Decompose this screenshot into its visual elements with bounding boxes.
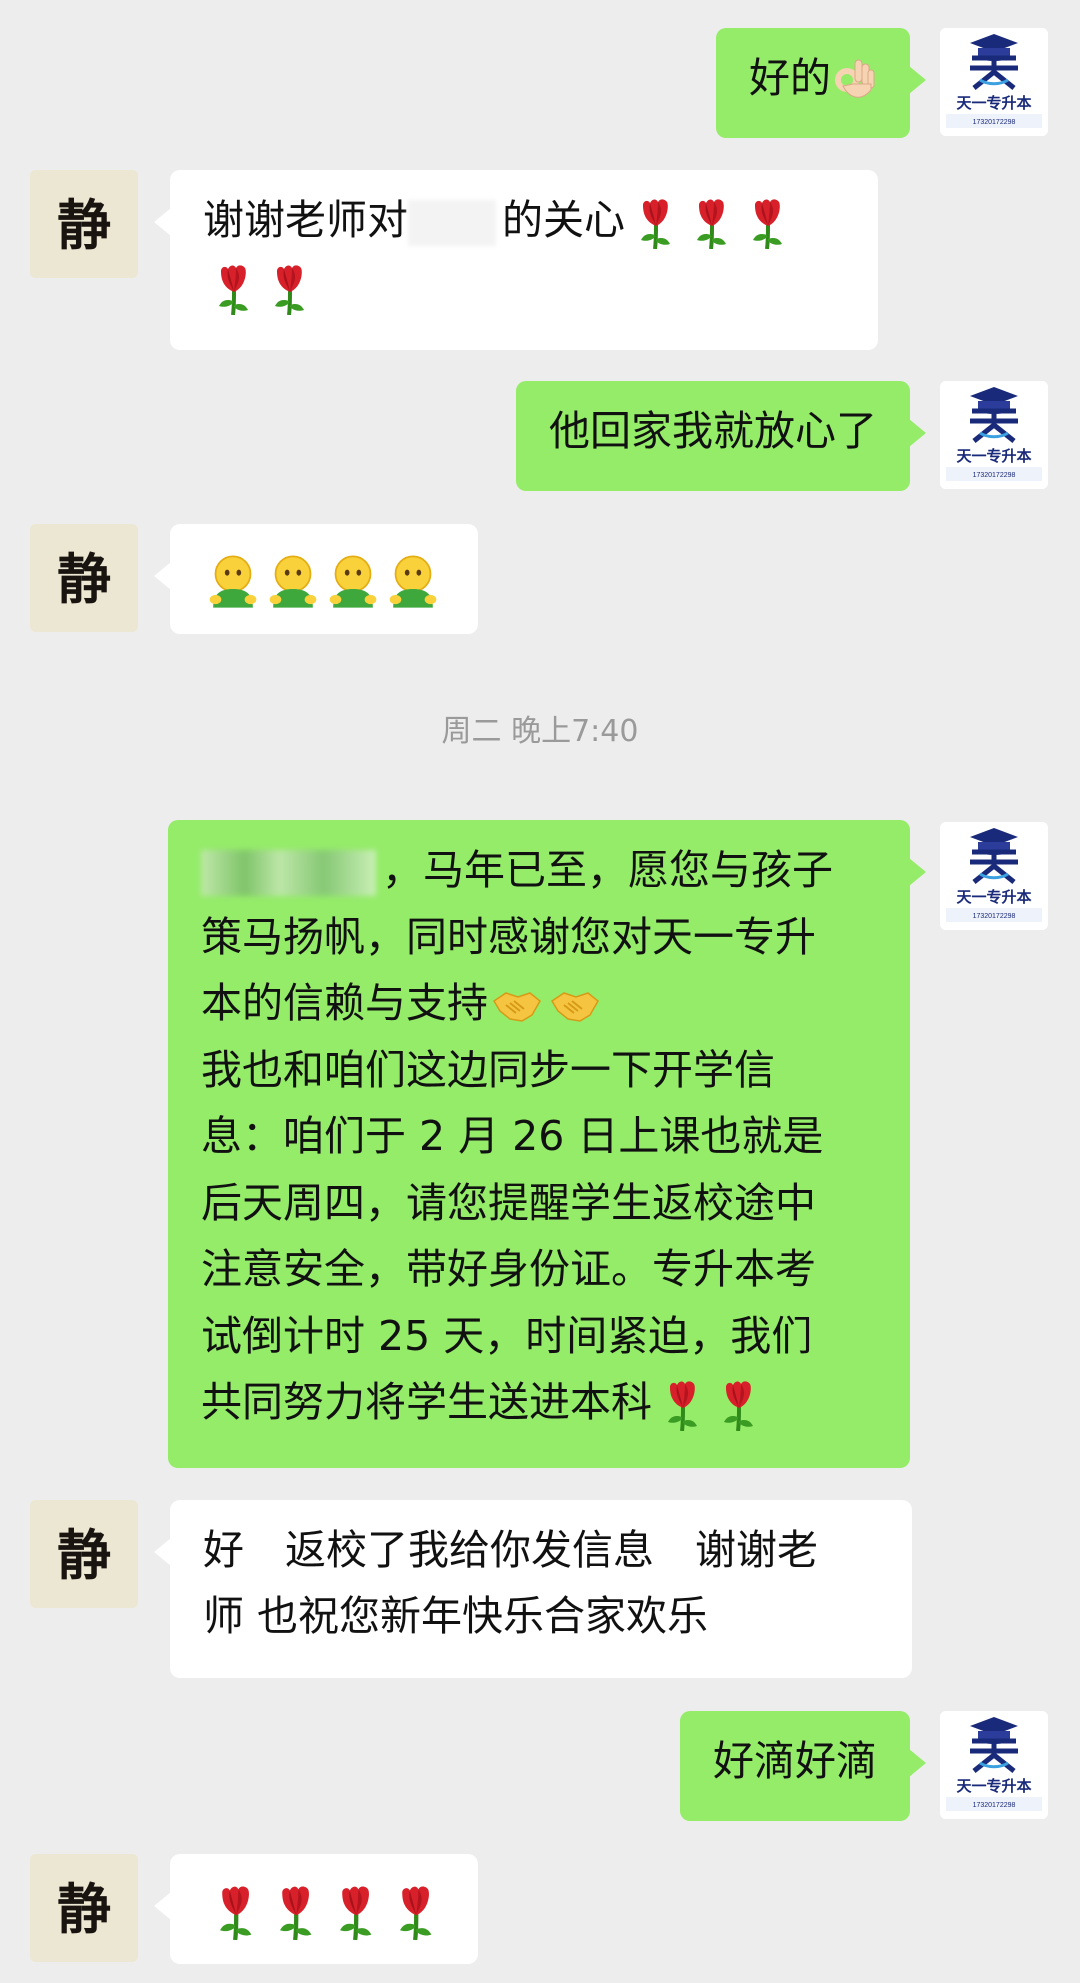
contact-avatar[interactable]: 静 [30,1500,138,1608]
school-logo-icon [940,28,1048,136]
message-row: 好滴好滴 [0,1711,1080,1821]
redacted-name [201,850,376,896]
message-line [203,253,845,319]
contact-avatar[interactable]: 静 [30,1854,138,1962]
message-line: 共同努力将学生送进本科 [201,1369,877,1436]
rose-icon [383,1884,443,1940]
message-row: 好的 [0,28,1080,138]
message-line: 好 返校了我给你发信息 谢谢老 [203,1526,818,1574]
school-logo-icon [940,822,1048,930]
green-figure-icon [328,555,378,609]
message-bubble[interactable] [154,1854,478,1964]
green-figure-icon [388,555,438,609]
calligraphy-avatar-icon: 静 [30,1500,138,1608]
message-line: 策马扬帆，同时感谢您对天一专升 [201,912,816,961]
svg-text:静: 静 [57,193,111,257]
message-line: 谢谢老师对 的关心 [203,187,845,253]
message-bubble[interactable]: 好的 [716,28,926,138]
ok-hand-icon [831,58,877,104]
message-line: 本的信赖与支持 [201,970,877,1037]
svg-text:静: 静 [57,1523,111,1587]
message-line: 息：咱们于 2 月 26 日上课也就是 [201,1112,824,1160]
rose-icon [666,1379,699,1431]
rose-icon [273,263,306,315]
school-logo-icon [940,381,1048,489]
green-figure-icon [208,555,258,609]
message-line: ，马年已至，愿您与孩子 [201,837,877,904]
message-line: 注意安全，带好身份证。专升本考 [201,1245,816,1293]
message-text: 他回家我就放心了 [549,407,877,455]
my-avatar[interactable] [940,1711,1048,1819]
redacted-name [408,200,496,246]
svg-text:静: 静 [57,1877,111,1941]
message-line: 我也和咱们这边同步一下开学信 [201,1045,775,1094]
message-row: 他回家我就放心了 [0,381,1080,491]
rose-icon [639,197,672,249]
svg-text:静: 静 [57,547,111,611]
message-bubble[interactable]: 好 返校了我给你发信息 谢谢老 师 也祝您新年快乐合家欢乐 [154,1500,912,1678]
message-line: 师 也祝您新年快乐合家欢乐 [203,1592,709,1640]
my-avatar[interactable] [940,381,1048,489]
calligraphy-avatar-icon: 静 [30,524,138,632]
rose-icon [695,197,728,249]
message-bubble[interactable] [154,524,478,634]
message-row: 静 好 返校了我给你发信息 谢谢老 师 也祝您新年快乐合家欢乐 [0,1500,1080,1678]
school-logo-icon [940,1711,1048,1819]
message-row: 静 [0,1854,1080,1964]
contact-avatar[interactable]: 静 [30,524,138,632]
contact-avatar[interactable]: 静 [30,170,138,278]
rose-icon [751,197,784,249]
message-bubble[interactable]: 好滴好滴 [680,1711,926,1821]
handshake-icon [493,992,541,1022]
message-row: 静 [0,524,1080,634]
calligraphy-avatar-icon: 静 [30,1854,138,1962]
message-line: 试倒计时 25 天，时间紧迫，我们 [201,1311,813,1360]
my-avatar[interactable] [940,28,1048,136]
message-bubble[interactable]: 他回家我就放心了 [516,381,926,491]
my-avatar[interactable] [940,822,1048,930]
rose-icon [203,1884,263,1940]
calligraphy-avatar-icon: 静 [30,170,138,278]
message-row: 静 谢谢老师对 的关心 [0,170,1080,350]
message-row: ，马年已至，愿您与孩子 策马扬帆，同时感谢您对天一专升 本的信赖与支持 我也和咱… [0,820,1080,1468]
message-bubble[interactable]: 谢谢老师对 的关心 [154,170,878,350]
message-text: 好滴好滴 [713,1737,877,1785]
rose-icon [217,263,250,315]
rose-icon [323,1884,383,1940]
message-line: 后天周四，请您提醒学生返校途中 [201,1178,816,1227]
message-bubble[interactable]: ，马年已至，愿您与孩子 策马扬帆，同时感谢您对天一专升 本的信赖与支持 我也和咱… [168,820,926,1468]
rose-icon [263,1884,323,1940]
green-figure-icon [268,555,318,609]
message-text: 好的 [749,54,831,102]
timestamp: 周二 晚上7:40 [441,714,639,749]
handshake-icon [551,992,599,1022]
rose-icon [722,1379,755,1431]
